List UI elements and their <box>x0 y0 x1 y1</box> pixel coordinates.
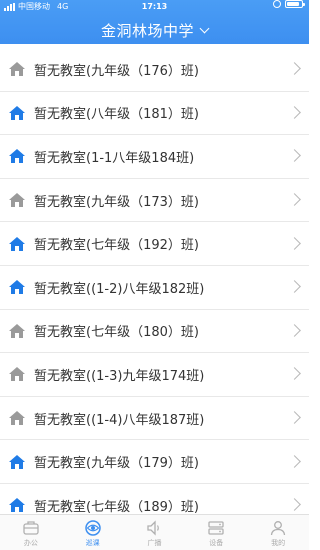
tab-0[interactable]: 办公 <box>0 515 62 550</box>
classroom-label: 暂无教室(七年级（192）班) <box>34 238 199 254</box>
chevron-right-icon <box>288 411 301 424</box>
speaker-icon <box>145 519 163 537</box>
home-icon <box>8 236 26 252</box>
bottom-tab-bar: 办公 巡课 广播 设备 我的 <box>0 514 309 550</box>
eye-icon <box>84 519 102 537</box>
classroom-label: 暂无教室(七年级（180）班) <box>34 325 199 341</box>
tab-2[interactable]: 广播 <box>124 515 186 550</box>
home-icon <box>8 279 26 295</box>
classroom-label: 暂无教室(1-1八年级184班) <box>34 150 195 166</box>
tab-3[interactable]: 设备 <box>185 515 247 550</box>
classroom-label: 暂无教室((1-3)九年级174班) <box>34 368 205 384</box>
chevron-right-icon <box>288 236 301 250</box>
orientation-lock-icon <box>273 0 281 8</box>
classroom-label: 暂无教室(九年级（179）班) <box>34 456 199 472</box>
classroom-label: 暂无教室(八年级（181）班) <box>34 107 199 123</box>
device-icon <box>207 519 225 537</box>
chevron-right-icon <box>288 498 301 512</box>
chevron-right-icon <box>288 106 301 119</box>
classroom-label: 暂无教室((1-4)八年级187班) <box>34 412 205 428</box>
classroom-row[interactable]: 暂无教室(九年级（179）班) <box>0 440 309 484</box>
header-bar: 中国移动 4G 17:13 金洞林场中学 <box>0 0 309 44</box>
classroom-label: 暂无教室((1-2)八年级182班) <box>34 281 205 297</box>
page-title: 金洞林场中学 <box>100 21 194 40</box>
home-icon <box>8 148 26 164</box>
tab-label: 办公 <box>23 539 38 547</box>
classroom-row[interactable]: 暂无教室(九年级（176）班) <box>0 48 309 92</box>
home-icon <box>8 497 26 513</box>
classroom-row[interactable]: 暂无教室((1-4)八年级187班) <box>0 397 309 441</box>
briefcase-icon <box>22 519 40 537</box>
chevron-down-icon <box>199 23 210 33</box>
home-icon <box>8 105 26 121</box>
tab-4[interactable]: 我的 <box>247 515 309 550</box>
tab-label: 我的 <box>271 539 286 547</box>
chevron-right-icon <box>288 149 301 163</box>
classroom-label: 暂无教室(九年级（173）班) <box>34 194 199 210</box>
classroom-row[interactable]: 暂无教室(七年级（192）班) <box>0 222 309 266</box>
home-icon <box>8 323 26 339</box>
classroom-row[interactable]: 暂无教室((1-2)八年级182班) <box>0 266 309 310</box>
chevron-right-icon <box>288 454 301 468</box>
classroom-row[interactable]: 暂无教室(七年级（180）班) <box>0 310 309 354</box>
home-icon <box>8 192 26 208</box>
tab-label: 广播 <box>147 539 162 547</box>
classroom-list: 暂无教室(九年级（176）班) 暂无教室(八年级（181）班) 暂无教室(1-1八年… <box>0 48 309 528</box>
home-icon <box>8 366 26 382</box>
home-icon <box>8 61 26 77</box>
person-icon <box>269 519 287 537</box>
tab-label: 巡课 <box>85 539 100 547</box>
home-icon <box>8 454 26 470</box>
chevron-right-icon <box>288 323 301 337</box>
chevron-right-icon <box>288 280 301 294</box>
home-icon <box>8 410 26 426</box>
chevron-right-icon <box>288 62 301 76</box>
clock: 17:13 <box>141 2 168 11</box>
classroom-label: 暂无教室(七年级（189）班) <box>34 499 199 515</box>
battery-icon <box>285 0 305 8</box>
classroom-row[interactable]: 暂无教室(八年级（181）班) <box>0 92 309 136</box>
tab-label: 设备 <box>209 539 224 547</box>
school-selector[interactable]: 金洞林场中学 <box>0 16 309 44</box>
classroom-row[interactable]: 暂无教室(九年级（173）班) <box>0 179 309 223</box>
chevron-right-icon <box>288 193 301 206</box>
status-bar: 中国移动 4G 17:13 <box>0 0 309 14</box>
classroom-row[interactable]: 暂无教室(1-1八年级184班) <box>0 135 309 179</box>
chevron-right-icon <box>288 367 301 381</box>
classroom-row[interactable]: 暂无教室((1-3)九年级174班) <box>0 353 309 397</box>
classroom-label: 暂无教室(九年级（176）班) <box>34 63 199 79</box>
tab-1[interactable]: 巡课 <box>62 515 124 550</box>
